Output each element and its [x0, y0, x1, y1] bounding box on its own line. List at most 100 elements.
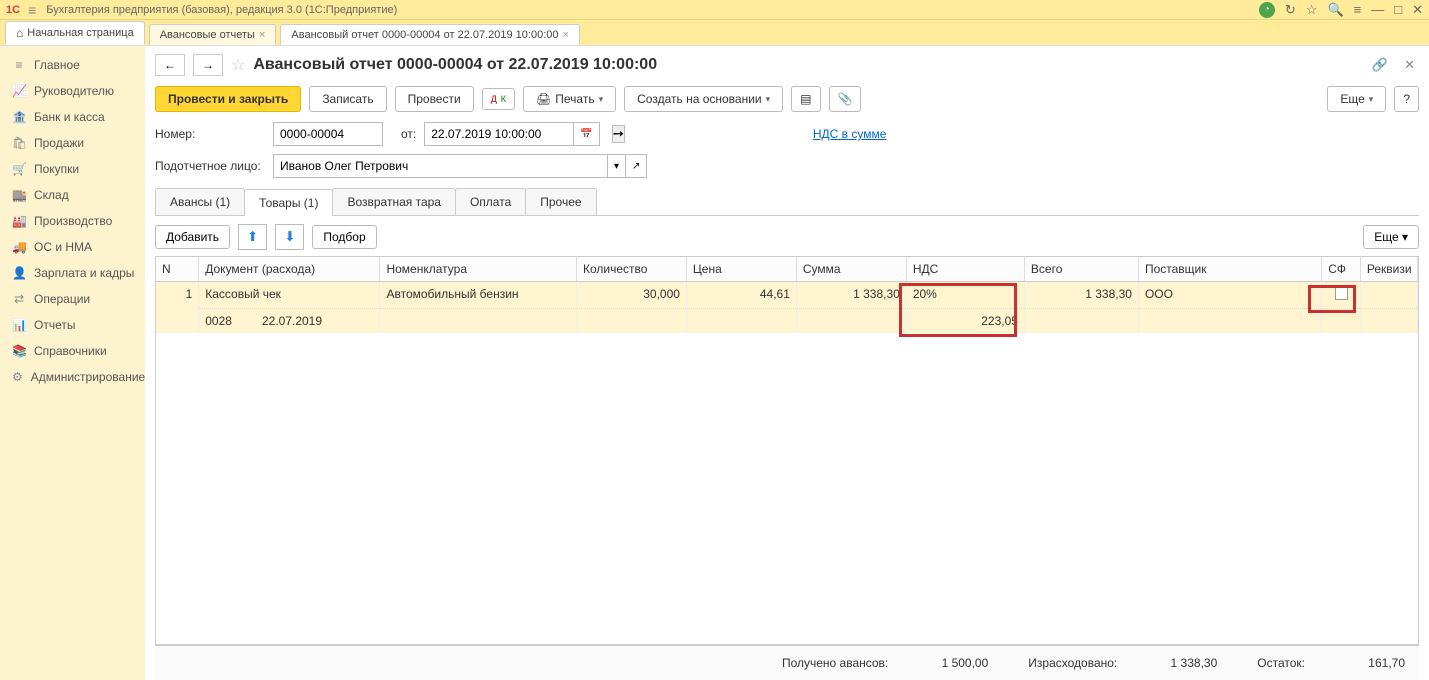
- cell-total[interactable]: 1 338,30: [1024, 282, 1138, 309]
- panel-close-icon[interactable]: ✕: [1400, 57, 1419, 73]
- cell-doc-type[interactable]: Кассовый чек: [199, 282, 380, 309]
- save-button[interactable]: Записать: [309, 86, 386, 112]
- add-row-button[interactable]: Добавить: [155, 225, 230, 249]
- cell-n[interactable]: 1: [156, 282, 199, 334]
- sidebar-item-4[interactable]: 🛒Покупки: [0, 156, 145, 182]
- cell-req[interactable]: [1360, 282, 1417, 309]
- open-ref-icon[interactable]: ↗: [626, 154, 647, 178]
- nav-fwd-button[interactable]: →: [193, 54, 223, 76]
- sidebar-item-10[interactable]: 📊Отчеты: [0, 312, 145, 338]
- cell-doc-detail[interactable]: 0028 22.07.2019: [199, 309, 380, 334]
- post-and-close-button[interactable]: Провести и закрыть: [155, 86, 301, 112]
- sidebar-icon: 🛍: [12, 136, 26, 150]
- cell-nds-rate[interactable]: 20%: [906, 282, 1024, 309]
- calendar-icon[interactable]: 📅: [574, 122, 599, 146]
- nds-mode-link[interactable]: НДС в сумме: [813, 127, 887, 141]
- tab-label: Авансовые отчеты: [160, 29, 255, 41]
- col-price[interactable]: Цена: [686, 257, 796, 282]
- sidebar-item-12[interactable]: ⚙Администрирование: [0, 364, 145, 390]
- rest-value: 161,70: [1335, 656, 1405, 670]
- cell-supplier[interactable]: ООО: [1138, 282, 1321, 309]
- star-icon[interactable]: ☆: [1306, 2, 1318, 18]
- close-icon[interactable]: ✕: [1412, 2, 1423, 18]
- sidebar-item-label: ОС и НМА: [34, 240, 92, 254]
- col-supplier[interactable]: Поставщик: [1138, 257, 1321, 282]
- cell-qty[interactable]: 30,000: [576, 282, 686, 309]
- person-input[interactable]: [273, 154, 608, 178]
- sidebar-item-1[interactable]: 📈Руководителю: [0, 78, 145, 104]
- filter-icon[interactable]: ≡: [1354, 2, 1362, 17]
- sidebar-item-5[interactable]: 🏬Склад: [0, 182, 145, 208]
- dt-kt-button[interactable]: ДК: [482, 88, 515, 110]
- col-req[interactable]: Реквизи: [1360, 257, 1417, 282]
- dropdown-icon[interactable]: ▾: [608, 154, 626, 178]
- sidebar-item-0[interactable]: ≡Главное: [0, 52, 145, 78]
- sidebar-item-label: Продажи: [34, 136, 84, 150]
- cell-nds-amount[interactable]: 223,05: [906, 309, 1024, 334]
- sidebar-item-label: Банк и касса: [34, 110, 105, 124]
- tab-goods[interactable]: Товары (1): [244, 189, 333, 216]
- sidebar-icon: 📚: [12, 344, 26, 358]
- sidebar-item-9[interactable]: ⇄Операции: [0, 286, 145, 312]
- table-row[interactable]: 0028 22.07.2019 223,05: [156, 309, 1418, 334]
- sf-checkbox[interactable]: [1335, 287, 1348, 300]
- table-more-button[interactable]: Еще ▾: [1363, 225, 1419, 249]
- col-sf[interactable]: СФ: [1322, 257, 1361, 282]
- tab-payment[interactable]: Оплата: [455, 188, 526, 215]
- col-total[interactable]: Всего: [1024, 257, 1138, 282]
- struct-button[interactable]: ▤: [791, 86, 820, 112]
- tab-advance-reports[interactable]: Авансовые отчеты ×: [149, 24, 277, 45]
- col-nom[interactable]: Номенклатура: [380, 257, 577, 282]
- inner-tabstrip: Авансы (1) Товары (1) Возвратная тара Оп…: [155, 188, 1419, 216]
- cell-sum[interactable]: 1 338,30: [796, 282, 906, 309]
- sidebar-item-8[interactable]: 👤Зарплата и кадры: [0, 260, 145, 286]
- move-up-button[interactable]: ⬆: [238, 224, 267, 250]
- tab-other[interactable]: Прочее: [525, 188, 596, 215]
- pick-button[interactable]: Подбор: [312, 225, 376, 249]
- col-nds[interactable]: НДС: [906, 257, 1024, 282]
- history-icon[interactable]: ↻: [1285, 2, 1296, 18]
- cell-nomenclature[interactable]: Автомобильный бензин: [380, 282, 577, 309]
- tab-close-icon[interactable]: ×: [259, 29, 265, 41]
- col-sum[interactable]: Сумма: [796, 257, 906, 282]
- sidebar-item-11[interactable]: 📚Справочники: [0, 338, 145, 364]
- maximize-icon[interactable]: □: [1394, 2, 1402, 17]
- tab-close-icon[interactable]: ×: [563, 29, 569, 41]
- more-button[interactable]: Еще: [1327, 86, 1386, 112]
- sidebar-item-6[interactable]: 🏭Производство: [0, 208, 145, 234]
- col-qty[interactable]: Количество: [576, 257, 686, 282]
- col-doc[interactable]: Документ (расхода): [199, 257, 380, 282]
- link-icon[interactable]: 🔗: [1368, 57, 1392, 73]
- print-button[interactable]: 🖨Печать: [523, 86, 616, 112]
- grid-container: N Документ (расхода) Номенклатура Количе…: [155, 256, 1419, 645]
- create-on-basis-button[interactable]: Создать на основании: [624, 86, 783, 112]
- cell-price[interactable]: 44,61: [686, 282, 796, 309]
- table-row[interactable]: 1 Кассовый чек Автомобильный бензин 30,0…: [156, 282, 1418, 309]
- help-button[interactable]: ?: [1394, 86, 1419, 112]
- nav-back-button[interactable]: ←: [155, 54, 185, 76]
- attach-button[interactable]: 📎: [829, 86, 862, 112]
- menu-icon[interactable]: ≡: [28, 2, 36, 18]
- favorite-star-icon[interactable]: ☆: [231, 55, 245, 75]
- apply-date-button[interactable]: ➙: [612, 125, 625, 143]
- tab-advance-report-doc[interactable]: Авансовый отчет 0000-00004 от 22.07.2019…: [280, 24, 580, 45]
- post-button[interactable]: Провести: [395, 86, 474, 112]
- minimize-icon[interactable]: —: [1371, 2, 1384, 17]
- titlebar: 1С ≡ Бухгалтерия предприятия (базовая), …: [0, 0, 1429, 20]
- tab-label: Авансовый отчет 0000-00004 от 22.07.2019…: [291, 29, 558, 41]
- number-input[interactable]: [273, 122, 383, 146]
- document-title: Авансовый отчет 0000-00004 от 22.07.2019…: [253, 56, 1360, 74]
- sidebar-item-2[interactable]: 🏦Банк и касса: [0, 104, 145, 130]
- sidebar-item-3[interactable]: 🛍 Продажи: [0, 130, 145, 156]
- sidebar-item-7[interactable]: 🚚ОС и НМА: [0, 234, 145, 260]
- cell-sf[interactable]: [1322, 282, 1361, 309]
- tab-home[interactable]: ⌂ Начальная страница: [5, 21, 145, 45]
- status-icon[interactable]: ◔: [1259, 2, 1275, 18]
- date-input[interactable]: [424, 122, 574, 146]
- col-n[interactable]: N: [156, 257, 199, 282]
- move-down-button[interactable]: ⬇: [275, 224, 304, 250]
- tab-advances[interactable]: Авансы (1): [155, 188, 245, 215]
- goods-table[interactable]: N Документ (расхода) Номенклатура Количе…: [156, 257, 1418, 333]
- search-icon[interactable]: 🔍: [1327, 2, 1343, 18]
- tab-tara[interactable]: Возвратная тара: [332, 188, 456, 215]
